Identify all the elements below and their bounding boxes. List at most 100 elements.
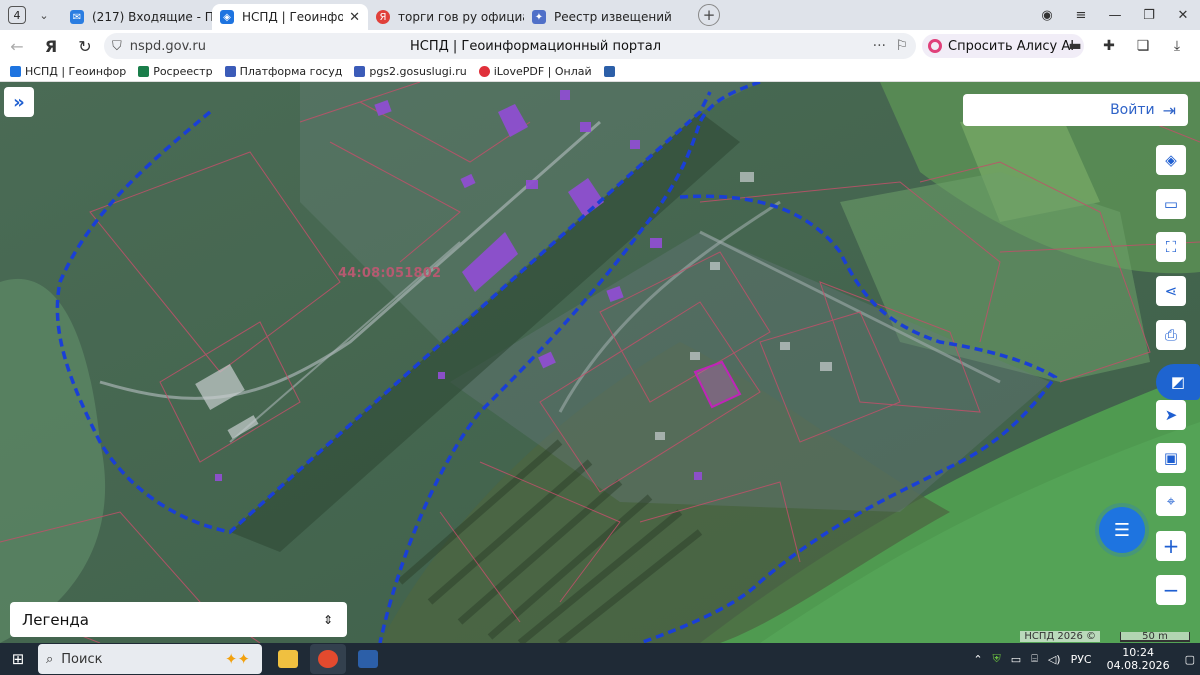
collections-icon[interactable]: ❏ [1126,38,1160,54]
bookmark-nspd[interactable]: НСПД | Геоинфор [10,65,126,78]
tray-expand-icon[interactable]: ⌃ [973,653,982,666]
security-icon[interactable]: ⛨ [993,652,1001,666]
battery-icon[interactable]: ▭ [1011,653,1021,666]
tab-torgi[interactable]: Я торги гов ру официальны [368,4,524,30]
chevron-updown-icon: ⇕ [322,612,333,627]
map-viewport[interactable]: 44:08:051802 » Войти ⇥ ◈ ▭ ⛶ ⋖ ⎙ ◩ ➤ ▣ ⌖… [0,82,1200,643]
share-button[interactable]: ⋖ [1156,276,1186,306]
legend-label: Легенда [22,610,89,629]
taskbar-word[interactable] [350,644,386,674]
tab-list-chevron-icon[interactable]: ⌄ [34,9,54,22]
screen-icon: ▣ [1163,449,1179,467]
nspd-icon: ◈ [220,10,234,24]
clock-date: 04.08.2026 [1106,659,1170,672]
attribution: НСПД 2026 © [1020,631,1100,642]
close-window-icon[interactable]: ✕ [1166,8,1200,23]
close-tab-icon[interactable]: ✕ [349,10,360,25]
tab-label: НСПД | Геоинформаци [242,10,344,24]
expand-panel-button[interactable]: » [4,87,34,117]
browser-toolbar: ← Я ↻ ⛉ nspd.gov.ru НСПД | Геоинформацио… [0,30,1200,62]
mail-icon: ✉ [70,10,84,24]
cadastral-quarter-label[interactable]: 44:08:051802 [338,266,441,281]
tab-count-badge[interactable]: 4 [8,6,26,24]
new-tab-button[interactable]: + [698,4,720,26]
protect-icon[interactable]: ▬ [1058,38,1092,54]
clock-time: 10:24 [1122,646,1154,659]
extensions-icon[interactable]: ✚ [1092,38,1126,54]
share-icon: ⋖ [1164,282,1178,300]
login-label: Войти [1110,102,1155,118]
login-button[interactable]: Войти ⇥ [963,94,1188,126]
notifications-icon[interactable]: ▢ [1185,653,1195,666]
navigate-button[interactable]: ➤ [1156,400,1186,430]
location-search-icon: ⌖ [1166,492,1176,510]
select-area-button[interactable]: ⛶ [1156,232,1186,262]
bookmark-ilovepdf[interactable]: iLovePDF | Онлай [478,65,592,78]
bookmark-icon[interactable]: ⚐ [895,38,908,54]
bookmark-platform[interactable]: Платформа госуд [224,65,343,78]
clock[interactable]: 10:24 04.08.2026 [1107,646,1170,672]
zoom-out-button[interactable]: − [1156,575,1186,605]
rosreestr-icon [138,66,150,77]
address-bar[interactable]: ⛉ nspd.gov.ru НСПД | Геоинформационный п… [104,33,916,59]
ruler-button[interactable]: ▭ [1156,189,1186,219]
browser-right-tools: ▬ ✚ ❏ ⤓ [1058,30,1194,62]
windows-taskbar: ⊞ ⌕ Поиск ✦✦ ⌃ ⛨ ▭ ⌸ ◁) РУС 10:24 04.08.… [0,643,1200,675]
menu-icon[interactable]: ≡ [1064,8,1098,23]
chat-button[interactable]: ☰ [1099,507,1145,553]
bookmark-label: Платформа госуд [239,65,343,78]
gov-emblem-icon: ✦ [532,10,546,24]
select-area-icon: ⛶ [1165,238,1177,256]
more-icon[interactable]: ··· [873,38,886,54]
profile-icon[interactable]: ◉ [1030,8,1064,23]
back-icon[interactable]: ← [0,37,34,56]
print-icon: ⎙ [1164,326,1177,344]
network-icon[interactable]: ⌸ [1031,652,1038,666]
zoom-in-icon: + [1162,534,1180,558]
print-button[interactable]: ⎙ [1156,320,1186,350]
tab-mail[interactable]: ✉ (217) Входящие - Почта [62,4,212,30]
minimize-icon[interactable]: — [1098,8,1132,23]
tab-nspd[interactable]: ◈ НСПД | Геоинформаци ✕ [212,4,368,30]
layers-button[interactable]: ◈ [1156,145,1186,175]
language-indicator[interactable]: РУС [1071,653,1092,666]
search-placeholder: Поиск [61,651,103,667]
word-icon [358,650,378,668]
address-page-title: НСПД | Геоинформационный портал [410,38,661,54]
windows-start-icon[interactable]: ⊞ [0,650,36,668]
address-domain: nspd.gov.ru [129,38,207,54]
ask-alice-label: Спросить Алису AI [948,38,1075,54]
ruler-icon: ▭ [1163,195,1179,213]
search-icon: ⌕ [46,651,54,667]
satellite-map [0,82,1200,643]
map-scale: НСПД 2026 © 50 m [1020,630,1190,643]
taskbar-yandex-browser[interactable] [310,644,346,674]
bookmarks-bar: НСПД | Геоинфор Росреестр Платформа госу… [0,62,1200,82]
zoom-in-button[interactable]: + [1156,531,1186,561]
site-security-icon[interactable]: ⛉ [112,39,122,54]
bookmark-label: iLovePDF | Онлай [493,65,592,78]
tab-label: Реестр извещений [554,10,672,24]
map-mode-button[interactable]: ◩ [1156,364,1200,400]
bookmark-word[interactable] [603,66,619,77]
yandex-logo-icon[interactable]: Я [34,37,68,56]
tab-label: (217) Входящие - Почта [92,10,212,24]
volume-icon[interactable]: ◁) [1048,653,1061,666]
legend-dropdown[interactable]: Легенда ⇕ [10,602,347,637]
yandex-browser-icon [318,650,338,668]
restore-icon[interactable]: ❐ [1132,8,1166,23]
login-icon: ⇥ [1162,100,1176,120]
taskbar-file-explorer[interactable] [270,644,306,674]
gov-emblem-icon [354,66,366,77]
download-icon[interactable]: ⤓ [1160,38,1194,54]
reload-icon[interactable]: ↻ [68,37,102,56]
bookmark-gosuslugi[interactable]: pgs2.gosuslugi.ru [354,65,467,78]
screen-button[interactable]: ▣ [1156,443,1186,473]
bookmark-label: pgs2.gosuslugi.ru [369,65,467,78]
location-search-button[interactable]: ⌖ [1156,486,1186,516]
taskbar-search[interactable]: ⌕ Поиск ✦✦ [38,644,262,674]
tab-registry[interactable]: ✦ Реестр извещений [524,4,674,30]
bookmark-rosreestr[interactable]: Росреестр [138,65,213,78]
zoom-out-icon: − [1162,578,1180,602]
scale-bar: 50 m [1120,631,1190,642]
